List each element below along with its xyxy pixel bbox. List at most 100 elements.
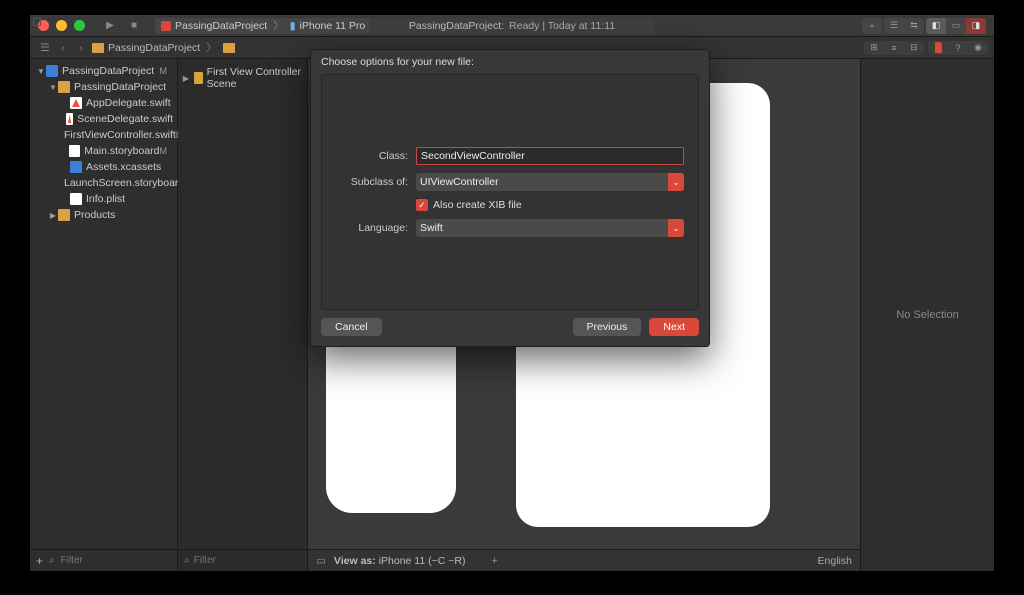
dialog-footer: Cancel Previous Next xyxy=(311,310,709,346)
viewas-value[interactable]: iPhone 11 (~C ~R) xyxy=(379,555,466,567)
scheme-selector[interactable]: PassingDataProject 〉 ▮ iPhone 11 Pro Max xyxy=(155,18,394,34)
language-label: Language: xyxy=(336,222,416,234)
zoom-icon[interactable] xyxy=(74,20,85,31)
tree-row[interactable]: ▼ PassingDataProject M xyxy=(30,63,177,79)
stop-button[interactable]: ■ xyxy=(123,18,145,34)
tree-row[interactable]: Main.storyboardM xyxy=(30,143,177,159)
window-controls xyxy=(38,20,85,31)
disclosure-icon[interactable]: ▶ xyxy=(48,211,58,220)
disclosure-icon[interactable]: ▼ xyxy=(36,67,46,76)
outline-filter-input[interactable] xyxy=(194,555,326,566)
xib-label: Also create XIB file xyxy=(433,199,522,211)
dialog-title: Choose options for your new file: xyxy=(311,50,709,74)
bottom-panel-toggle[interactable]: ▭ xyxy=(946,18,966,34)
right-panel-toggle[interactable]: ◨ xyxy=(966,18,986,34)
tree-row[interactable]: ▼PassingDataProject xyxy=(30,79,177,95)
inspector-panel: No Selection xyxy=(860,59,994,571)
tree-row[interactable]: ▶ Products xyxy=(30,207,177,223)
editor-options[interactable]: ☰⇆ xyxy=(884,18,924,34)
file-inspector-icon[interactable] xyxy=(928,41,948,55)
tree-item-label: Assets.xcassets xyxy=(86,161,161,173)
tree-item-label: Info.plist xyxy=(86,193,125,205)
left-panel-toggle[interactable]: ◧ xyxy=(926,18,946,34)
tree-row[interactable]: Info.plist xyxy=(30,191,177,207)
next-button[interactable]: Next xyxy=(649,318,699,336)
library-button[interactable]: + xyxy=(862,18,882,34)
xcode-window: ▶ ■ PassingDataProject 〉 ▮ iPhone 11 Pro… xyxy=(30,15,994,571)
project-navigator: ▼PassingDataProjectM▼PassingDataProjectA… xyxy=(30,59,178,571)
language-value: Swift xyxy=(420,222,443,234)
outline-toggle-icon[interactable]: ☰ xyxy=(36,42,54,54)
scm-status: M xyxy=(160,146,174,156)
status-state: Ready xyxy=(509,20,539,32)
filter-icon: ⌕ xyxy=(49,555,55,566)
dialog-body: Class: Subclass of: UIViewController ⌄ ✓… xyxy=(321,74,699,310)
canvas-bottom-bar: ▭ View as: iPhone 11 (~C ~R) + English xyxy=(308,549,860,571)
add-button[interactable]: + xyxy=(36,554,43,568)
tree-item-label: PassingDataProject xyxy=(62,65,154,77)
subclass-value: UIViewController xyxy=(420,176,499,188)
chevron-right-icon: 〉 xyxy=(206,40,217,55)
checkbox-checked-icon: ✓ xyxy=(416,199,428,211)
scene-icon xyxy=(194,72,203,84)
tree-item-label: SceneDelegate.swift xyxy=(77,113,173,125)
folder-icon xyxy=(58,209,70,221)
chevron-down-icon: ⌄ xyxy=(668,173,684,191)
inspector-tabs[interactable]: ⊞ ≡ ⊟ xyxy=(864,41,924,55)
viewas-label: View as: xyxy=(334,555,376,567)
xib-checkbox[interactable]: ✓ Also create XIB file xyxy=(416,199,684,211)
device-config-icon[interactable]: ▭ xyxy=(316,555,326,567)
disclosure-icon[interactable]: ▼ xyxy=(48,83,58,92)
breadcrumb-item: PassingDataProject xyxy=(108,42,200,54)
tree-item-label: Main.storyboard xyxy=(84,145,159,157)
scheme-target: PassingDataProject xyxy=(175,20,267,32)
tree-row[interactable]: Assets.xcassets xyxy=(30,159,177,175)
disclosure-icon[interactable]: ▶ xyxy=(182,74,190,83)
list-icon[interactable]: ≡ xyxy=(884,41,904,55)
language-combobox[interactable]: Swift ⌄ xyxy=(416,219,684,237)
plist-icon xyxy=(70,193,82,205)
navigator-filter-input[interactable] xyxy=(61,555,193,566)
help-inspector-icon[interactable]: ? xyxy=(948,41,968,55)
new-file-dialog: Choose options for your new file: Class:… xyxy=(310,49,710,347)
previous-button[interactable]: Previous xyxy=(573,318,642,336)
panel-toggles[interactable]: ◧ ▭ ◨ xyxy=(926,18,986,34)
story-icon xyxy=(69,145,80,157)
activity-status: PassingDataProject: Ready | Today at 11:… xyxy=(369,18,655,34)
identity-inspector-icon[interactable]: ◉ xyxy=(968,41,988,55)
tree-row[interactable]: FirstViewController.swiftB xyxy=(30,127,177,143)
device-icon: ▮ xyxy=(290,20,296,32)
swift-icon xyxy=(66,113,73,125)
titlebar: ▶ ■ PassingDataProject 〉 ▮ iPhone 11 Pro… xyxy=(30,15,994,37)
chevron-down-icon: ⌄ xyxy=(668,219,684,237)
outline-filter-bar: ⌕ xyxy=(178,549,307,571)
breadcrumb[interactable]: PassingDataProject 〉 xyxy=(90,40,237,55)
subclass-combobox[interactable]: UIViewController ⌄ xyxy=(416,173,684,191)
tree-row[interactable]: AppDelegate.swift xyxy=(30,95,177,111)
subclass-label: Subclass of: xyxy=(336,176,416,188)
tree-item-label: Products xyxy=(74,209,115,221)
tree-item-label: FirstViewController.swift xyxy=(64,129,176,141)
add-configuration-button[interactable]: + xyxy=(491,555,497,567)
tree-row[interactable]: LaunchScreen.storyboard xyxy=(30,175,177,191)
cancel-button[interactable]: Cancel xyxy=(321,318,382,336)
class-label: Class: xyxy=(336,150,416,162)
filter-icon: ⌕ xyxy=(184,555,190,566)
folder-icon xyxy=(223,43,235,53)
forward-button[interactable]: › xyxy=(72,42,90,54)
grid-icon[interactable]: ⊞ xyxy=(864,41,884,55)
tree-row[interactable]: SceneDelegate.swift xyxy=(30,111,177,127)
language-selector[interactable]: English xyxy=(818,555,852,567)
run-button[interactable]: ▶ xyxy=(99,18,121,34)
outline-item[interactable]: ▶ First View Controller Scene xyxy=(182,65,303,91)
inspector-tabs-2[interactable]: ? ◉ xyxy=(928,41,988,55)
back-button[interactable]: ‹ xyxy=(54,42,72,54)
class-input[interactable] xyxy=(416,147,684,165)
tree-item-label: AppDelegate.swift xyxy=(86,97,171,109)
minimize-icon[interactable] xyxy=(56,20,67,31)
folder-icon xyxy=(58,81,70,93)
scm-status: M xyxy=(160,66,174,76)
app-icon xyxy=(161,21,171,31)
navigator-filter-bar: + ⌕ ◔ ▭ xyxy=(30,549,177,571)
adjust-icon[interactable]: ⊟ xyxy=(904,41,924,55)
